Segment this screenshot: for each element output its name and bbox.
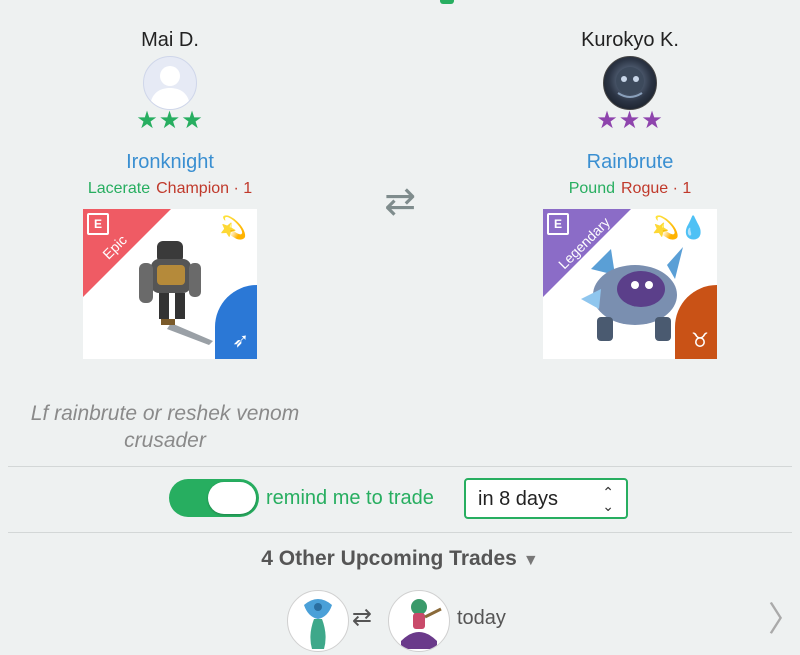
monster-tags: Pound Rogue · 1 [510,179,750,199]
remind-toggle[interactable] [169,479,259,517]
trade-time: today [457,607,506,629]
toggle-knob [208,482,256,514]
avatar[interactable] [603,56,657,110]
swap-icon: ⇄ [384,181,416,223]
trade-offer-left: Mai D. ★★★ Ironknight Lacerate Champion ·… [50,0,290,359]
player-name[interactable]: Kurokyo K. [510,28,750,52]
section-title: 4 Other Upcoming Trades [261,547,517,570]
trade-note: Lf rainbrute or reshek venom crusader [30,402,300,452]
select-value: in 8 days [478,488,559,510]
marksman-class-icon: ➶ [232,330,249,352]
chevron-right-icon[interactable]: 〉 [768,600,800,640]
monster-tags: Lacerate Champion · 1 [50,179,290,199]
other-upcoming-trades-toggle[interactable]: 4 Other Upcoming Trades ▼ [0,547,800,571]
player-name[interactable]: Mai D. [50,28,290,52]
green-monster-image [401,599,442,649]
trait-label: Lacerate [87,180,151,197]
class-level-label: Champion · 1 [156,180,253,197]
player-rating-stars: ★★★ [136,107,204,134]
triangle-down-icon: ▼ [522,552,539,569]
upcoming-request-monster-avatar[interactable] [388,590,450,652]
avatar[interactable] [143,56,197,110]
trade-offer-right: Kurokyo K. ★★★ Rainbrute Pound Rogue · 1 … [510,0,750,359]
element-icon: 💫💧 [652,215,707,240]
trait-label: Pound [568,180,615,197]
upcoming-offer-monster-avatar[interactable] [287,590,349,652]
monster-avatar-image [616,67,644,98]
evolution-badge-icon: E [547,213,569,235]
remind-label: remind me to trade [266,487,434,509]
rainbrute-monster-image [581,247,683,341]
monster-name-link[interactable]: Rainbrute [510,150,750,174]
class-level-label: Rogue · 1 [621,180,692,197]
evolution-badge-icon: E [87,213,109,235]
select-chevron-icon: ⌃ ⌄ [602,484,614,514]
monster-name-link[interactable]: Ironknight [50,150,290,174]
top-accent-bar [440,0,454,4]
brute-class-icon: ♉ [691,330,709,352]
player-rating-stars: ★★★ [596,107,664,134]
remind-when-select[interactable]: in 8 days ⌃ ⌄ [464,478,628,519]
default-user-icon [150,66,190,109]
divider [8,532,792,533]
divider [8,466,792,467]
monster-card[interactable]: Epic E 💫 ➶ [83,209,257,359]
monster-card[interactable]: Legendary E 💫💧 ♉ [543,209,717,359]
blue-monster-image [304,599,332,649]
element-icon: 💫 [219,215,247,240]
swap-icon: ⇄ [352,604,373,631]
ironknight-monster-image [139,241,213,345]
